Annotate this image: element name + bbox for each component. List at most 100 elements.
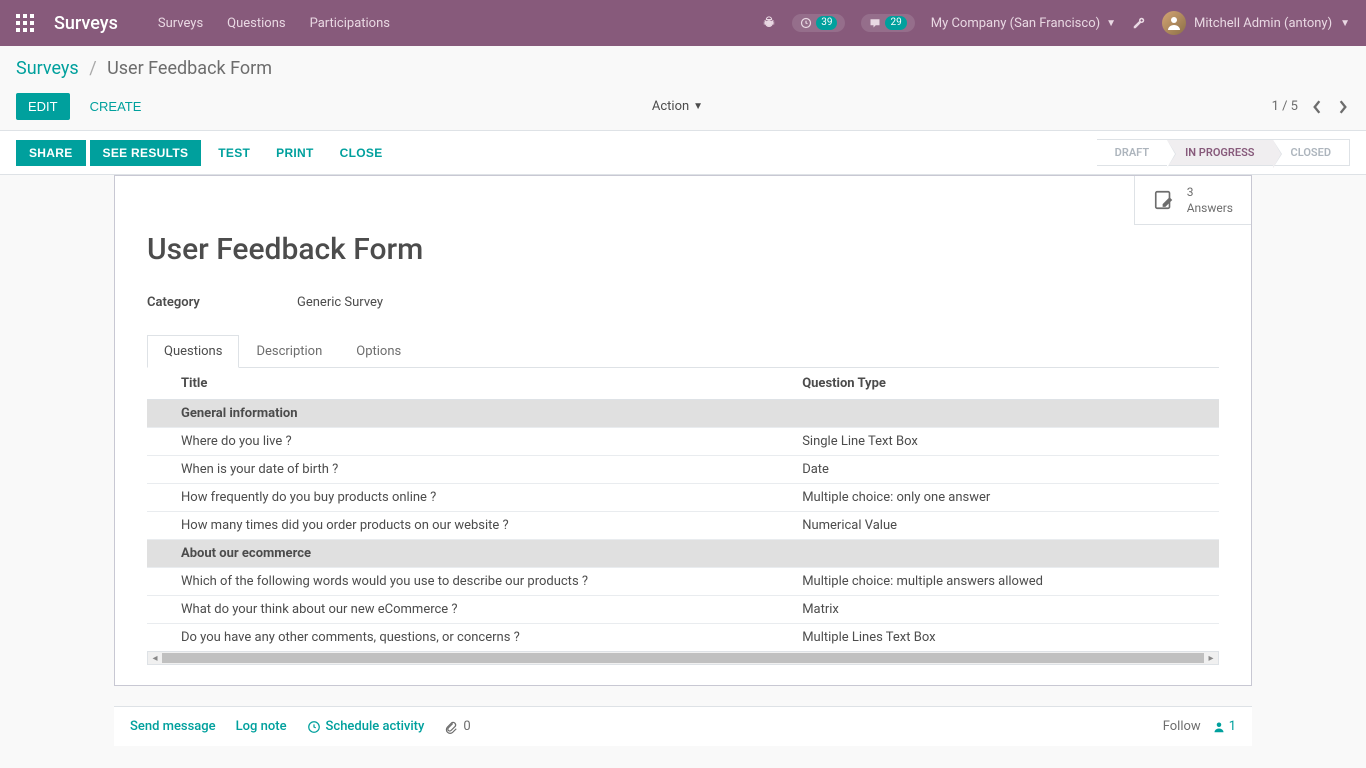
close-button[interactable]: CLOSE bbox=[327, 140, 396, 166]
question-row[interactable]: Where do you live ?Single Line Text Box bbox=[147, 428, 1219, 456]
stage-draft[interactable]: DRAFT bbox=[1097, 139, 1167, 166]
col-title[interactable]: Title bbox=[147, 368, 790, 400]
print-button[interactable]: PRINT bbox=[263, 140, 327, 166]
follower-count[interactable]: 1 bbox=[1213, 719, 1236, 734]
stat-label: Answers bbox=[1187, 200, 1233, 216]
row-title: Where do you live ? bbox=[147, 428, 790, 456]
send-message-link[interactable]: Send message bbox=[130, 719, 216, 734]
log-note-link[interactable]: Log note bbox=[236, 719, 287, 734]
avatar bbox=[1162, 11, 1186, 35]
questions-table: Title Question Type General informationW… bbox=[147, 368, 1219, 652]
see-results-button[interactable]: SEE RESULTS bbox=[90, 140, 202, 166]
stage-in-progress[interactable]: IN PROGRESS bbox=[1167, 139, 1272, 166]
share-button[interactable]: SHARE bbox=[16, 140, 86, 166]
messages-count: 29 bbox=[885, 16, 906, 30]
action-menu[interactable]: Action ▼ bbox=[652, 99, 703, 114]
tab-options[interactable]: Options bbox=[339, 335, 418, 368]
form-body: User Feedback Form Category Generic Surv… bbox=[115, 176, 1251, 685]
activities-count: 39 bbox=[816, 16, 837, 30]
user-name: Mitchell Admin (antony) bbox=[1194, 16, 1332, 31]
row-type: Multiple choice: multiple answers allowe… bbox=[790, 568, 1219, 596]
pager-value[interactable]: 1 / 5 bbox=[1272, 99, 1298, 114]
control-bar: EDIT CREATE Action ▼ 1 / 5 bbox=[0, 87, 1366, 130]
messages-indicator[interactable]: 29 bbox=[861, 14, 914, 32]
apps-icon[interactable] bbox=[16, 14, 34, 32]
top-navbar: Surveys Surveys Questions Participations… bbox=[0, 0, 1366, 46]
paperclip-icon bbox=[444, 720, 458, 734]
company-selector[interactable]: My Company (San Francisco) ▼ bbox=[931, 16, 1116, 31]
row-type: Matrix bbox=[790, 596, 1219, 624]
stat-count: 3 bbox=[1187, 184, 1233, 200]
breadcrumb: Surveys / User Feedback Form bbox=[16, 58, 1350, 79]
chatter: Send message Log note Schedule activity … bbox=[114, 706, 1252, 746]
row-title: Which of the following words would you u… bbox=[147, 568, 790, 596]
breadcrumb-sep: / bbox=[89, 58, 96, 79]
question-row[interactable]: How frequently do you buy products onlin… bbox=[147, 484, 1219, 512]
question-row[interactable]: Which of the following words would you u… bbox=[147, 568, 1219, 596]
category-field: Category Generic Survey bbox=[147, 295, 1219, 310]
scroll-track[interactable] bbox=[162, 653, 1204, 663]
row-type: Date bbox=[790, 456, 1219, 484]
app-title[interactable]: Surveys bbox=[54, 13, 118, 34]
row-type: Numerical Value bbox=[790, 512, 1219, 540]
row-type: Multiple choice: only one answer bbox=[790, 484, 1219, 512]
question-row[interactable]: What do your think about our new eCommer… bbox=[147, 596, 1219, 624]
follow-button[interactable]: Follow bbox=[1163, 719, 1201, 734]
scroll-right-icon[interactable]: ▸ bbox=[1204, 653, 1218, 664]
row-title: About our ecommerce bbox=[147, 540, 1219, 568]
main-nav: Surveys Questions Participations bbox=[158, 16, 390, 31]
company-name: My Company (San Francisco) bbox=[931, 16, 1100, 31]
attachments-indicator[interactable]: 0 bbox=[444, 719, 470, 734]
horizontal-scrollbar[interactable]: ◂ ▸ bbox=[147, 651, 1219, 665]
chatter-right: Follow 1 bbox=[1163, 719, 1236, 734]
row-title: Do you have any other comments, question… bbox=[147, 624, 790, 652]
breadcrumb-current: User Feedback Form bbox=[107, 58, 272, 79]
schedule-label: Schedule activity bbox=[326, 719, 425, 734]
col-type[interactable]: Question Type bbox=[790, 368, 1219, 400]
clock-icon bbox=[307, 720, 321, 734]
question-row[interactable]: How many times did you order products on… bbox=[147, 512, 1219, 540]
attach-count: 0 bbox=[463, 719, 470, 734]
bug-icon[interactable] bbox=[762, 16, 776, 30]
row-type: Multiple Lines Text Box bbox=[790, 624, 1219, 652]
nav-questions[interactable]: Questions bbox=[227, 16, 285, 31]
tabs: Questions Description Options bbox=[147, 334, 1219, 368]
row-title: What do your think about our new eCommer… bbox=[147, 596, 790, 624]
row-title: How many times did you order products on… bbox=[147, 512, 790, 540]
nav-participations[interactable]: Participations bbox=[310, 16, 390, 31]
form-sheet: 3 Answers User Feedback Form Category Ge… bbox=[114, 175, 1252, 686]
wrench-icon[interactable] bbox=[1132, 16, 1146, 30]
tab-questions[interactable]: Questions bbox=[147, 335, 239, 368]
category-value: Generic Survey bbox=[297, 295, 383, 310]
row-title: General information bbox=[147, 400, 1219, 428]
tab-description[interactable]: Description bbox=[239, 335, 339, 368]
status-stages: DRAFT IN PROGRESS CLOSED bbox=[1097, 139, 1350, 166]
chevron-down-icon: ▼ bbox=[693, 101, 703, 112]
question-row[interactable]: When is your date of birth ?Date bbox=[147, 456, 1219, 484]
category-label: Category bbox=[147, 295, 297, 310]
row-title: When is your date of birth ? bbox=[147, 456, 790, 484]
create-button[interactable]: CREATE bbox=[78, 93, 154, 120]
action-label: Action bbox=[652, 99, 689, 114]
person-icon bbox=[1213, 721, 1225, 733]
stage-closed[interactable]: CLOSED bbox=[1273, 139, 1350, 166]
answers-stat-button[interactable]: 3 Answers bbox=[1134, 176, 1251, 225]
chevron-down-icon: ▼ bbox=[1106, 18, 1116, 29]
edit-button[interactable]: EDIT bbox=[16, 93, 70, 120]
topbar-right: 39 29 My Company (San Francisco) ▼ Mitch… bbox=[762, 11, 1350, 35]
question-row[interactable]: Do you have any other comments, question… bbox=[147, 624, 1219, 652]
user-menu[interactable]: Mitchell Admin (antony) ▼ bbox=[1162, 11, 1350, 35]
chevron-down-icon: ▼ bbox=[1340, 18, 1350, 29]
breadcrumb-root[interactable]: Surveys bbox=[16, 58, 79, 79]
schedule-activity-link[interactable]: Schedule activity bbox=[307, 719, 425, 734]
pager-next-icon[interactable] bbox=[1336, 100, 1350, 114]
stat-text: 3 Answers bbox=[1187, 184, 1233, 216]
row-title: How frequently do you buy products onlin… bbox=[147, 484, 790, 512]
section-row: General information bbox=[147, 400, 1219, 428]
scroll-left-icon[interactable]: ◂ bbox=[148, 653, 162, 664]
section-row: About our ecommerce bbox=[147, 540, 1219, 568]
nav-surveys[interactable]: Surveys bbox=[158, 16, 203, 31]
pager-prev-icon[interactable] bbox=[1310, 100, 1324, 114]
test-button[interactable]: TEST bbox=[205, 140, 263, 166]
activities-indicator[interactable]: 39 bbox=[792, 14, 845, 32]
